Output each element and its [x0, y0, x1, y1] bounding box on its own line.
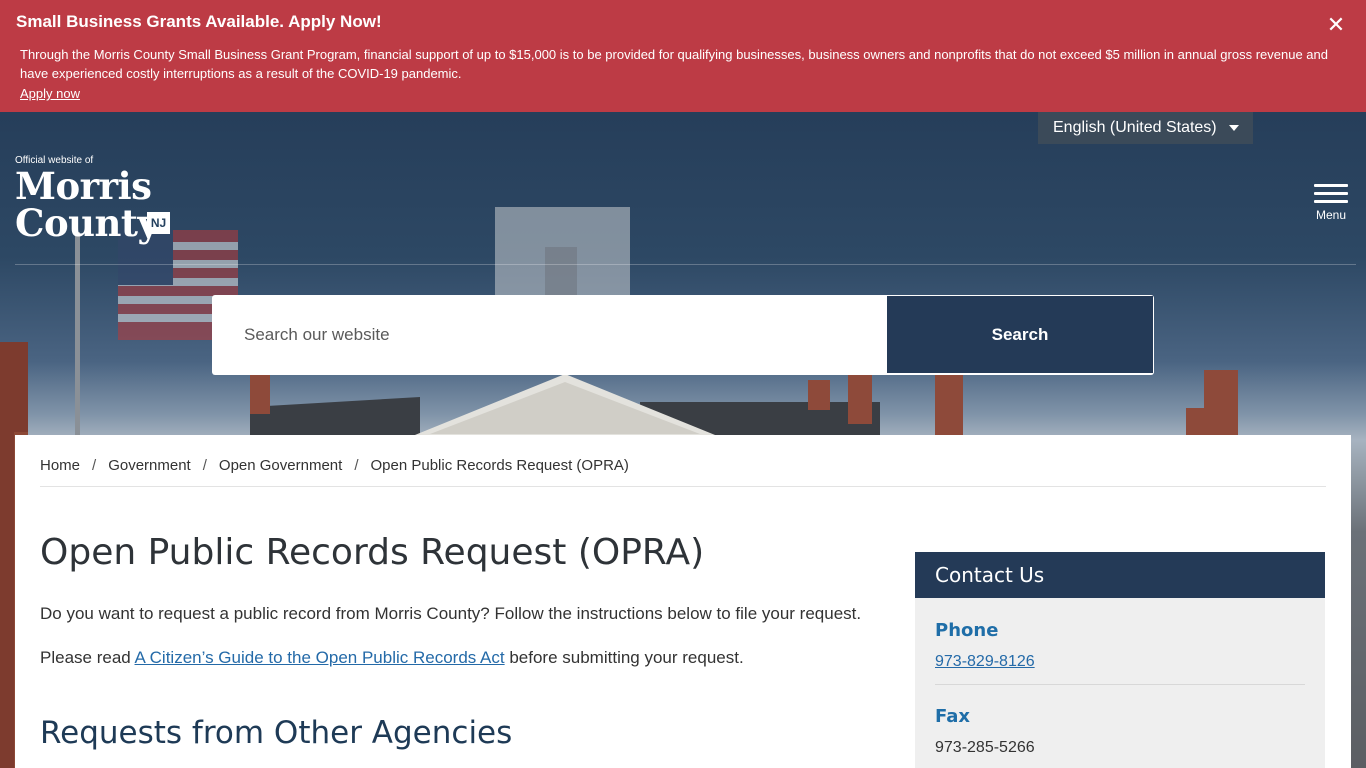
content-card: Home / Government / Open Government / Open Pub…	[15, 435, 1351, 768]
fax-value: 973-285-5266	[935, 739, 1035, 756]
search-button[interactable]: Search	[887, 296, 1153, 373]
breadcrumb-separator: /	[354, 457, 359, 474]
alert-title: Small Business Grants Available. Apply N…	[16, 12, 382, 31]
section-heading-other-agencies: Requests from Other Agencies	[40, 715, 513, 751]
site-logo[interactable]: Official website of Morris County NJ	[15, 155, 175, 245]
hamburger-icon-bar	[1314, 200, 1348, 203]
language-label: English (United States)	[1053, 119, 1217, 136]
guide-paragraph: Please read A Citizen’s Guide to the Ope…	[40, 647, 890, 669]
breadcrumb: Home / Government / Open Government / Open Pub…	[40, 457, 629, 474]
guide-text-before: Please read	[40, 648, 135, 667]
breadcrumb-separator: /	[92, 457, 97, 474]
breadcrumb-government[interactable]: Government	[108, 457, 191, 474]
intro-paragraph: Do you want to request a public record f…	[40, 604, 862, 623]
logo-morris: Morris	[15, 164, 152, 208]
logo-nj-badge: NJ	[147, 212, 170, 234]
logo-county: County	[15, 201, 159, 245]
breadcrumb-separator: /	[202, 457, 207, 474]
caret-down-icon	[1229, 125, 1239, 131]
breadcrumb-divider	[40, 486, 1326, 487]
breadcrumb-open-government[interactable]: Open Government	[219, 457, 342, 474]
search-input[interactable]	[212, 295, 887, 375]
alert-apply-link[interactable]: Apply now	[16, 84, 80, 103]
header-divider	[15, 264, 1356, 265]
menu-label: Menu	[1315, 208, 1347, 222]
language-selector[interactable]: English (United States)	[1038, 112, 1253, 144]
breadcrumb-home[interactable]: Home	[40, 457, 80, 474]
phone-link[interactable]: 973-829-8126	[935, 653, 1035, 671]
citizens-guide-link[interactable]: A Citizen’s Guide to the Open Public Rec…	[135, 648, 505, 667]
page-title: Open Public Records Request (OPRA)	[40, 532, 705, 573]
fax-label: Fax	[935, 706, 970, 727]
contact-heading: Contact Us	[915, 552, 1325, 598]
contact-divider	[935, 684, 1305, 685]
alert-banner: Small Business Grants Available. Apply N…	[0, 0, 1366, 112]
breadcrumb-current: Open Public Records Request (OPRA)	[370, 457, 629, 474]
guide-text-after: before submitting your request.	[504, 648, 744, 667]
hamburger-icon-bar	[1314, 192, 1348, 195]
alert-body: Through the Morris County Small Business…	[20, 47, 1328, 81]
menu-button[interactable]: Menu	[1312, 184, 1350, 224]
site-search: Search	[212, 295, 1154, 375]
close-icon[interactable]: ✕	[1326, 15, 1346, 37]
contact-panel: Contact Us Phone 973-829-8126 Fax 973-28…	[915, 552, 1325, 768]
phone-label: Phone	[935, 620, 999, 641]
hamburger-icon	[1314, 184, 1348, 187]
